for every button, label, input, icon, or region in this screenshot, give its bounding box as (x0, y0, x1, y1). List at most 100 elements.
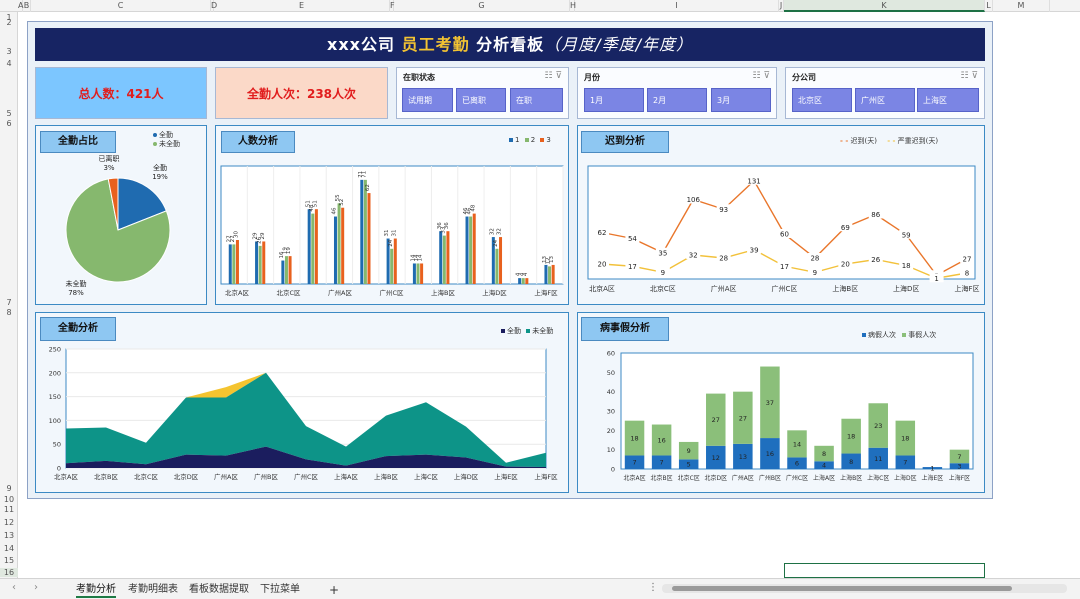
data-label: 62 (598, 229, 607, 237)
data-label: 12 (712, 454, 720, 462)
kpi-full-attendance: 全勤人次：238人次 (215, 67, 388, 119)
data-label: 3 (957, 463, 961, 471)
slicer-item-mar[interactable]: 3月 (711, 88, 771, 112)
column-label[interactable]: K (784, 0, 985, 12)
slicer-item-probation[interactable]: 试用期 (402, 88, 453, 112)
slicer-item-beijing[interactable]: 北京区 (792, 88, 852, 112)
column-label[interactable]: E (214, 0, 390, 12)
slicer-month: 月份 ☷ ⊽ 1月 2月 3月 (577, 67, 777, 119)
late-line-chart[interactable]: 6254351069313160286986595272017932283917… (578, 126, 986, 306)
column-label[interactable]: M (993, 0, 1050, 12)
multi-select-filter-icons[interactable]: ☷ ⊽ (960, 71, 978, 81)
data-label: 8 (849, 458, 853, 466)
x-tick-label: 广州A区 (732, 474, 754, 482)
column-label[interactable]: C (31, 0, 211, 12)
row-label[interactable]: 16 (0, 568, 18, 577)
data-label: 11 (874, 455, 882, 463)
slicer-item-employed[interactable]: 在职 (510, 88, 563, 112)
x-tick-label: 上海D区 (454, 472, 479, 481)
kpi-full-text: 全勤人次：238人次 (246, 87, 357, 101)
row-label[interactable]: 11 (0, 505, 18, 514)
slicer-item-feb[interactable]: 2月 (647, 88, 707, 112)
row-label[interactable]: 10 (0, 495, 18, 504)
row-label[interactable]: 8 (0, 308, 18, 317)
slicer-item-guangzhou[interactable]: 广州区 (855, 88, 915, 112)
tab-attendance-analysis[interactable]: 考勤分析 (76, 582, 116, 598)
x-tick-label: 上海F区 (954, 284, 979, 293)
column-label[interactable]: G (394, 0, 570, 12)
row-label[interactable]: 6 (0, 119, 18, 128)
row-label[interactable]: 13 (0, 531, 18, 540)
tab-dropdown[interactable]: 下拉菜单 (260, 582, 300, 598)
data-label: 32 (689, 252, 698, 260)
bar (363, 179, 367, 284)
data-label: 37 (766, 399, 774, 407)
column-label[interactable]: L (985, 0, 993, 12)
slicer-item-shanghai[interactable]: 上海区 (917, 88, 979, 112)
attendance-legend: 全勤 未全勤 (501, 326, 553, 336)
next-sheet-icon[interactable]: › (34, 582, 38, 593)
data-label: 39 (750, 246, 759, 254)
scroll-thumb[interactable] (672, 586, 1012, 591)
data-label: 60 (780, 231, 789, 239)
column-label[interactable]: B (23, 0, 31, 12)
x-tick-label: 上海A区 (813, 474, 835, 482)
row-label[interactable]: 15 (0, 556, 18, 565)
row-label[interactable]: 9 (0, 484, 18, 493)
multi-select-filter-icons[interactable]: ☷ ⊽ (544, 71, 562, 81)
more-options-icon[interactable]: ⋮ (648, 582, 658, 593)
bar (446, 231, 450, 284)
legend-2: 2 (530, 136, 536, 144)
data-label: 4 (523, 272, 529, 276)
data-label: 7 (660, 459, 664, 467)
selected-cell[interactable] (784, 563, 985, 578)
slicer-item-resigned[interactable]: 已离职 (456, 88, 506, 112)
multi-select-filter-icons[interactable]: ☷ ⊽ (752, 71, 770, 81)
pie-chart[interactable]: 全勤19%已离职3%未全勤78% (36, 126, 208, 306)
bar (341, 207, 345, 284)
slice-pct: 3% (103, 164, 114, 172)
row-label[interactable]: 5 (0, 109, 18, 118)
bar (281, 260, 285, 284)
bar (499, 237, 503, 284)
x-tick-label: 北京A区 (225, 288, 249, 297)
data-label: 18 (902, 262, 911, 270)
dashboard-title: xxx公司 员工考勤 分析看板（月度/季度/年度） (35, 28, 985, 61)
data-label: 13 (739, 453, 747, 461)
row-label[interactable]: 4 (0, 59, 18, 68)
data-label: 18 (630, 435, 638, 443)
bar (228, 244, 232, 284)
x-tick-label: 北京D区 (174, 472, 199, 481)
slicer-item-jan[interactable]: 1月 (584, 88, 644, 112)
x-tick-label: 广州A区 (711, 284, 737, 293)
title-period: （月度/季度/年度） (544, 35, 693, 54)
add-sheet-button[interactable]: + (329, 582, 339, 598)
y-tick-label: 20 (607, 427, 615, 435)
late-legend: - - 迟到(天) - - 严重迟到(天) (840, 136, 938, 146)
row-label[interactable]: 7 (0, 298, 18, 307)
row-label[interactable]: 3 (0, 47, 18, 56)
prev-sheet-icon[interactable]: ‹ (12, 582, 16, 593)
row-label[interactable]: 14 (0, 544, 18, 553)
panel-late: 6254351069313160286986595272017932283917… (577, 125, 985, 305)
row-label[interactable]: 12 (0, 518, 18, 527)
column-label[interactable]: I (575, 0, 779, 12)
row-label[interactable]: 2 (0, 18, 18, 27)
attendance-area-chart[interactable]: 0 50 100 150 200 250 北京A区 北京B区 北京C区 北京D区 广州A区 广州B区 广… (36, 313, 570, 494)
attendance-title: 全勤分析 (40, 317, 116, 341)
legend-swatch (902, 333, 907, 337)
bar (258, 245, 262, 284)
leave-legend: 病假人次 事假人次 (862, 330, 936, 340)
data-label: 7 (957, 453, 961, 461)
data-label: 32 (497, 228, 503, 235)
slicer-branch-title: 分公司 (792, 73, 816, 82)
legend-full: 全勤 (159, 131, 173, 139)
bar (469, 216, 473, 284)
slice-label: 已离职 (99, 154, 120, 163)
tab-attendance-detail[interactable]: 考勤明细表 (128, 582, 178, 598)
people-bar-chart[interactable]: 27 2916514671311436463241327 2619485571241… (216, 126, 570, 306)
data-label: 30 (234, 231, 240, 238)
title-highlight: 员工考勤 (401, 35, 470, 54)
tab-board-data[interactable]: 看板数据提取 (189, 582, 249, 598)
horizontal-scrollbar[interactable] (662, 584, 1067, 593)
